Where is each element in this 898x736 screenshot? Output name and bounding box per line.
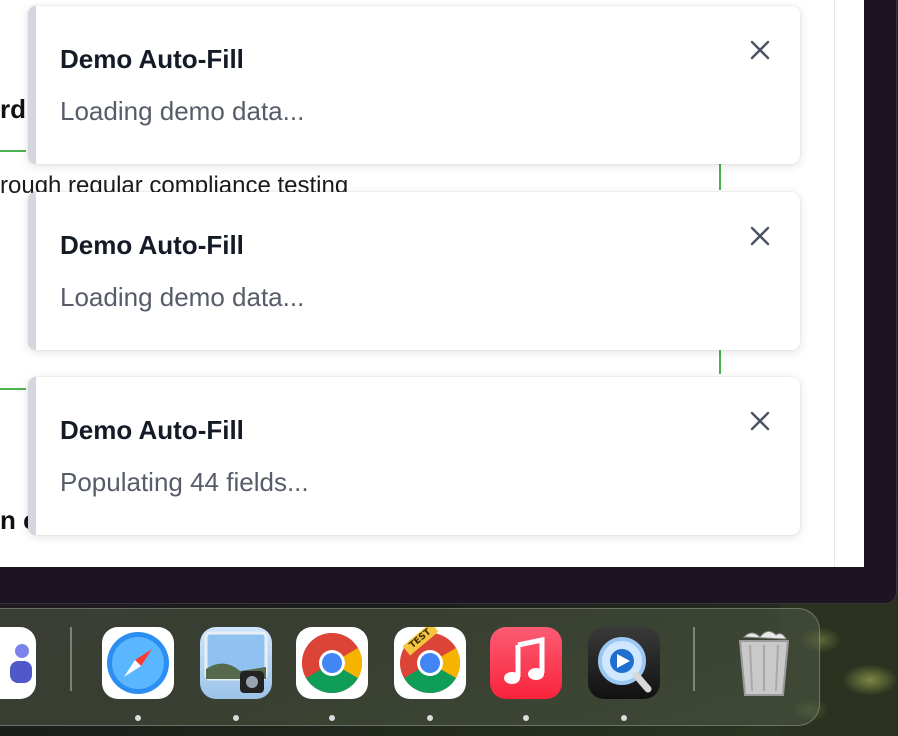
quicktime-icon (598, 637, 652, 693)
chrome-app[interactable] (296, 627, 368, 699)
toast-message: Loading demo data... (60, 282, 305, 312)
toast-accent-bar (28, 6, 36, 164)
app-window: rd rough regular compliance testing n c … (0, 0, 897, 604)
running-indicator (621, 715, 627, 721)
toast-message: Populating 44 fields... (60, 467, 309, 497)
toast-notification: Demo Auto-Fill Populating 44 fields... (28, 377, 800, 535)
toast-accent-bar (28, 192, 36, 350)
preview-icon (204, 631, 268, 693)
teams-app[interactable] (0, 627, 36, 699)
toast-message: Loading demo data... (60, 96, 305, 126)
toast-notification: Demo Auto-Fill Loading demo data... (28, 6, 800, 164)
running-indicator (329, 715, 335, 721)
close-icon (750, 411, 770, 431)
toast-notification: Demo Auto-Fill Loading demo data... (28, 192, 800, 350)
toast-accent-bar (28, 377, 36, 535)
teams-icon (10, 644, 32, 683)
chrome-test-app[interactable]: TEST (394, 627, 466, 699)
close-icon (750, 40, 770, 60)
dock: TEST (0, 608, 820, 726)
quicktime-app[interactable] (588, 627, 660, 699)
running-indicator (233, 715, 239, 721)
running-indicator (523, 715, 529, 721)
divider-line (0, 150, 26, 152)
section-heading-fragment: rd (0, 94, 26, 124)
preview-app[interactable] (200, 627, 272, 699)
toast-title: Demo Auto-Fill (60, 230, 244, 260)
music-icon (504, 636, 545, 684)
close-button[interactable] (744, 220, 776, 252)
safari-icon (107, 632, 169, 694)
toast-title: Demo Auto-Fill (60, 415, 244, 445)
safari-app[interactable] (102, 627, 174, 699)
dock-separator (693, 627, 695, 691)
field-border (719, 348, 721, 374)
scrollbar-track[interactable] (834, 0, 835, 567)
divider-line (0, 388, 26, 390)
trash-icon (738, 631, 790, 696)
running-indicator (135, 715, 141, 721)
close-button[interactable] (744, 34, 776, 66)
field-border (719, 160, 721, 190)
running-indicator (427, 715, 433, 721)
close-icon (750, 226, 770, 246)
trash-app[interactable] (728, 627, 800, 699)
chrome-icon (301, 633, 363, 694)
close-button[interactable] (744, 405, 776, 437)
music-app[interactable] (490, 627, 562, 699)
toast-title: Demo Auto-Fill (60, 44, 244, 74)
dock-separator (70, 627, 72, 691)
